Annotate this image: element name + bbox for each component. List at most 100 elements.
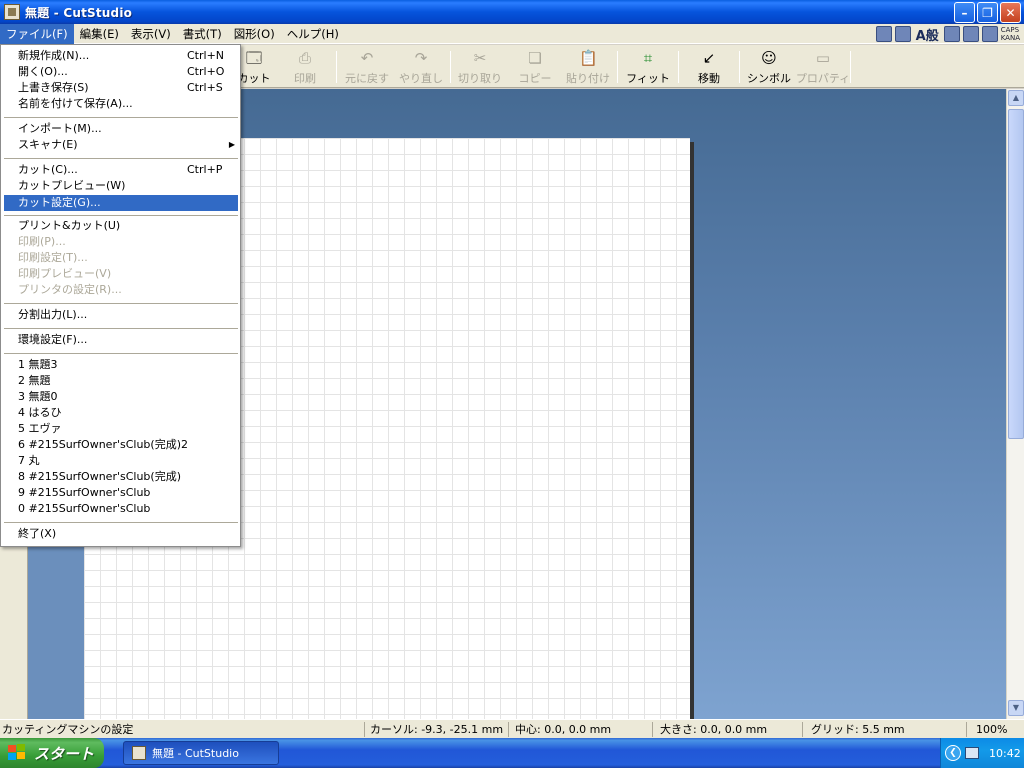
toolbar-cut-out-label: 切り取り xyxy=(458,72,502,85)
toolbar-print-label: 印刷 xyxy=(294,72,316,85)
menu-item-cut-settings[interactable]: カット設定(G)... xyxy=(4,195,238,211)
menu-separator xyxy=(4,353,238,354)
menu-item-scanner[interactable]: スキャナ(E) ▶ xyxy=(4,137,238,153)
menu-item-new[interactable]: 新規作成(N)... Ctrl+N xyxy=(4,48,238,64)
toolbar-cut-out-button[interactable]: ✂ 切り取り xyxy=(452,49,508,85)
menu-item-label: 9 #215SurfOwner'sClub xyxy=(18,486,151,499)
ime-dictionary-icon[interactable] xyxy=(943,26,960,42)
app-icon[interactable] xyxy=(4,4,20,20)
app-icon xyxy=(132,746,146,760)
menu-file[interactable]: ファイル(F) xyxy=(0,23,74,44)
menu-item-printer-setup[interactable]: プリンタの設定(R)... xyxy=(4,282,238,298)
restore-button[interactable]: ❐ xyxy=(977,2,998,23)
vertical-scrollbar[interactable]: ▲ ▼ xyxy=(1006,89,1024,719)
ime-tools-icon[interactable] xyxy=(962,26,979,42)
menu-item-import[interactable]: インポート(M)... xyxy=(4,121,238,137)
toolbar-redo-button[interactable]: ↷ やり直し xyxy=(393,49,449,85)
toolbar-paste-button[interactable]: 📋 貼り付け xyxy=(560,49,616,85)
menu-item-label: 6 #215SurfOwner'sClub(完成)2 xyxy=(18,438,189,451)
status-grid: グリッド: 5.5 mm xyxy=(811,723,905,736)
ime-mode-icon[interactable] xyxy=(894,26,911,42)
menu-view[interactable]: 表示(V) xyxy=(125,24,177,44)
recent-file-4[interactable]: 4 はるひ xyxy=(4,405,238,421)
kana-indicator: KANA xyxy=(1000,34,1020,42)
menu-item-tile-output[interactable]: 分割出力(L)... xyxy=(4,307,238,323)
menu-item-save-as[interactable]: 名前を付けて保存(A)... xyxy=(4,96,238,112)
menu-item-label: 8 #215SurfOwner'sClub(完成) xyxy=(18,470,182,483)
help-icon[interactable] xyxy=(981,26,998,42)
menu-item-shortcut: Ctrl+P xyxy=(187,163,223,176)
ime-toolbar: A般 CAPS KANA xyxy=(875,25,1020,44)
menu-item-open[interactable]: 開く(O)... Ctrl+O xyxy=(4,64,238,80)
status-separator xyxy=(802,722,803,737)
toolbar-symbol-button[interactable]: ☺ シンボル xyxy=(741,49,797,85)
menu-item-print[interactable]: 印刷(P)... xyxy=(4,234,238,250)
recent-file-7[interactable]: 7 丸 xyxy=(4,453,238,469)
minimize-button[interactable]: – xyxy=(954,2,975,23)
recent-file-2[interactable]: 2 無題 xyxy=(4,373,238,389)
toolbar-print-button[interactable]: ⎙ 印刷 xyxy=(277,49,333,85)
window-title: 無題 - CutStudio xyxy=(25,5,133,20)
menu-item-label: 2 無題 xyxy=(18,374,51,387)
close-button[interactable]: ✕ xyxy=(1000,2,1021,23)
undo-icon: ↶ xyxy=(360,49,374,67)
toolbar-separator xyxy=(336,51,337,83)
menu-item-exit[interactable]: 終了(X) xyxy=(4,526,238,542)
ime-input-mode[interactable]: A般 xyxy=(914,25,941,44)
taskbar-app-button[interactable]: 無題 - CutStudio xyxy=(123,741,279,765)
recent-file-1[interactable]: 1 無題3 xyxy=(4,357,238,373)
menu-item-cut-preview[interactable]: カットプレビュー(W) xyxy=(4,178,238,194)
menu-item-print-settings[interactable]: 印刷設定(T)... xyxy=(4,250,238,266)
menu-edit[interactable]: 編集(E) xyxy=(74,24,125,44)
menu-item-label: 開く(O)... xyxy=(18,65,68,78)
menu-item-label: 4 はるひ xyxy=(18,406,62,419)
recent-file-8[interactable]: 8 #215SurfOwner'sClub(完成) xyxy=(4,469,238,485)
start-button[interactable]: スタート xyxy=(0,738,104,768)
scroll-thumb[interactable] xyxy=(1008,109,1024,439)
recent-file-0[interactable]: 0 #215SurfOwner'sClub xyxy=(4,501,238,517)
recent-file-3[interactable]: 3 無題0 xyxy=(4,389,238,405)
paste-icon: 📋 xyxy=(579,49,598,67)
menu-item-label: 印刷設定(T)... xyxy=(18,251,88,264)
cut-icon: 🗔 xyxy=(245,49,263,67)
toolbar-undo-button[interactable]: ↶ 元に戻す xyxy=(339,49,395,85)
toolbar-fit-button[interactable]: ⌗ フィット xyxy=(620,49,676,85)
menu-item-preferences[interactable]: 環境設定(F)... xyxy=(4,332,238,348)
window-controls: – ❐ ✕ xyxy=(954,2,1021,23)
menu-item-print-and-cut[interactable]: プリント&カット(U) xyxy=(4,218,238,234)
network-icon[interactable] xyxy=(965,747,979,759)
menu-help[interactable]: ヘルプ(H) xyxy=(281,24,345,44)
menu-item-print-preview[interactable]: 印刷プレビュー(V) xyxy=(4,266,238,282)
menu-item-label: カットプレビュー(W) xyxy=(18,179,126,192)
toolbar-fit-label: フィット xyxy=(626,72,670,85)
toolbar-separator xyxy=(850,51,851,83)
scroll-down-arrow-icon[interactable]: ▼ xyxy=(1008,700,1024,716)
move-icon: ↙ xyxy=(702,49,716,67)
title-bar[interactable]: 無題 - CutStudio – ❐ ✕ xyxy=(0,0,1024,24)
menu-item-save[interactable]: 上書き保存(S) Ctrl+S xyxy=(4,80,238,96)
toolbar-paste-label: 貼り付け xyxy=(566,72,610,85)
copy-icon: ❏ xyxy=(528,49,542,67)
keyboard-icon[interactable] xyxy=(875,26,892,42)
recent-file-9[interactable]: 9 #215SurfOwner'sClub xyxy=(4,485,238,501)
menu-separator xyxy=(4,117,238,118)
menu-format[interactable]: 書式(T) xyxy=(177,24,228,44)
status-message: カッティングマシンの設定 xyxy=(2,723,134,736)
windows-logo-icon xyxy=(8,744,28,762)
status-center: 中心: 0.0, 0.0 mm xyxy=(515,723,612,736)
menu-shape[interactable]: 図形(O) xyxy=(228,24,281,44)
menu-item-cut[interactable]: カット(C)... Ctrl+P xyxy=(4,162,238,178)
clock[interactable]: 10:42 xyxy=(989,747,1021,760)
scroll-up-arrow-icon[interactable]: ▲ xyxy=(1008,90,1024,106)
redo-icon: ↷ xyxy=(414,49,428,67)
toolbar-copy-button[interactable]: ❏ コピー xyxy=(507,49,563,85)
toolbar-properties-button[interactable]: ▭ プロパティ xyxy=(795,49,851,85)
recent-file-5[interactable]: 5 エヴァ xyxy=(4,421,238,437)
status-separator xyxy=(508,722,509,737)
menu-item-label: インポート(M)... xyxy=(18,122,102,135)
toolbar-move-button[interactable]: ↙ 移動 xyxy=(681,49,737,85)
toolbar-symbol-label: シンボル xyxy=(747,72,791,85)
chevron-left-icon[interactable]: ❮ xyxy=(945,745,961,761)
recent-file-6[interactable]: 6 #215SurfOwner'sClub(完成)2 xyxy=(4,437,238,453)
toolbar-separator xyxy=(450,51,451,83)
